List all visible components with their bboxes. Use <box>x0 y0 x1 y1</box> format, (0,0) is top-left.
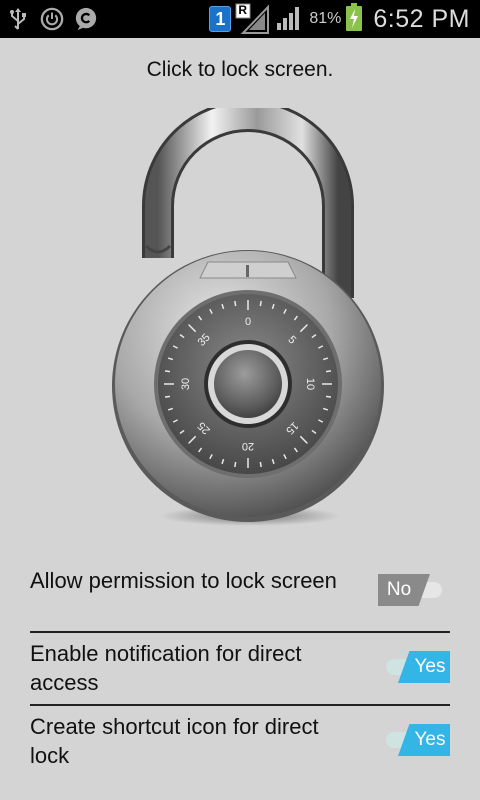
setting-row-lock-permission: Allow permission to lock screen No <box>30 560 450 633</box>
lock-button[interactable]: 35 30 25 20 15 10 5 0 <box>100 100 390 528</box>
dial-tick <box>259 461 262 468</box>
dial-tick <box>234 300 237 307</box>
dial-tick <box>325 370 332 373</box>
page-title: Click to lock screen. <box>146 58 334 81</box>
dial-number: 0 <box>245 316 251 328</box>
dial-tick <box>259 300 262 307</box>
status-bar: 1 R 81% 6:52 PM <box>0 0 480 38</box>
roaming-badge: R <box>238 3 248 17</box>
battery-percent: 81% <box>309 10 342 27</box>
power-icon <box>40 7 64 31</box>
dial-tick <box>325 395 332 398</box>
shortcut-toggle[interactable]: Yes <box>378 724 450 756</box>
settings-list: Allow permission to lock screen No Enabl… <box>30 560 450 779</box>
dial-tick <box>234 461 237 468</box>
setting-row-notification: Enable notification for direct access Ye… <box>30 633 450 706</box>
usb-icon <box>6 7 30 31</box>
setting-label: Enable notification for direct access <box>30 641 302 695</box>
setting-label: Allow permission to lock screen <box>30 568 337 593</box>
chat-icon <box>74 7 98 31</box>
status-bar-system: 1 R 81% 6:52 PM <box>209 2 470 36</box>
toggle-thumb: Yes <box>398 651 450 683</box>
dial-number: 10 <box>304 378 316 390</box>
setting-label: Create shortcut icon for direct lock <box>30 714 319 768</box>
dial-tick <box>164 395 171 398</box>
notification-toggle[interactable]: Yes <box>378 651 450 683</box>
dial-number: 20 <box>242 440 254 452</box>
roaming-signal-icon: R <box>235 3 271 35</box>
status-bar-notifications <box>6 4 98 34</box>
clock: 6:52 PM <box>373 4 470 33</box>
battery-charging-icon <box>345 2 363 37</box>
signal-icon <box>275 3 303 36</box>
sim-badge: 1 <box>209 6 232 32</box>
setting-row-shortcut: Create shortcut icon for direct lock Yes <box>30 706 450 779</box>
toggle-thumb: Yes <box>398 724 450 756</box>
lock-permission-toggle[interactable]: No <box>378 574 450 606</box>
toggle-thumb: No <box>378 574 430 606</box>
dial-tick <box>164 370 171 373</box>
padlock-icon: 35302520151050 <box>112 100 384 526</box>
dial-number: 30 <box>180 378 192 390</box>
